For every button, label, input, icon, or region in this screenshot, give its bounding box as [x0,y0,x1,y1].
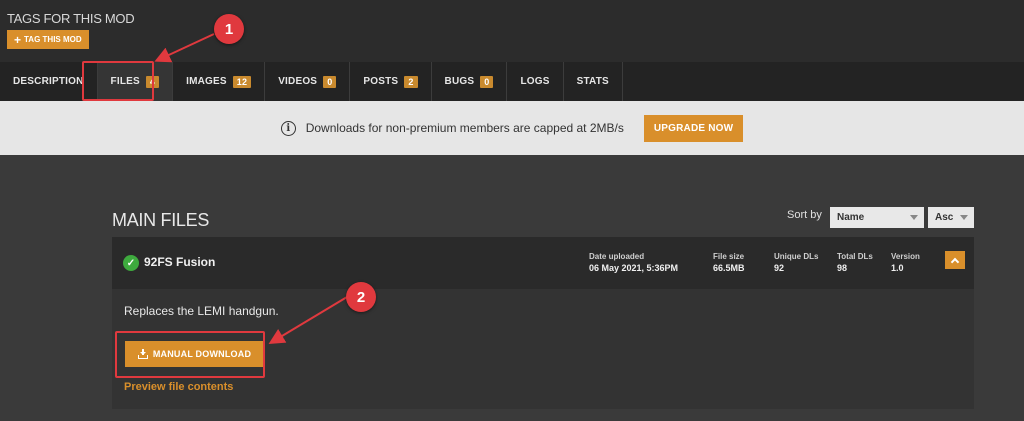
step-marker-2: 2 [346,282,376,312]
annotation-arrows [154,33,348,345]
arrow-to-download-button [268,296,348,345]
arrow-to-files-tab [154,33,215,63]
step-marker-1: 1 [214,14,244,44]
